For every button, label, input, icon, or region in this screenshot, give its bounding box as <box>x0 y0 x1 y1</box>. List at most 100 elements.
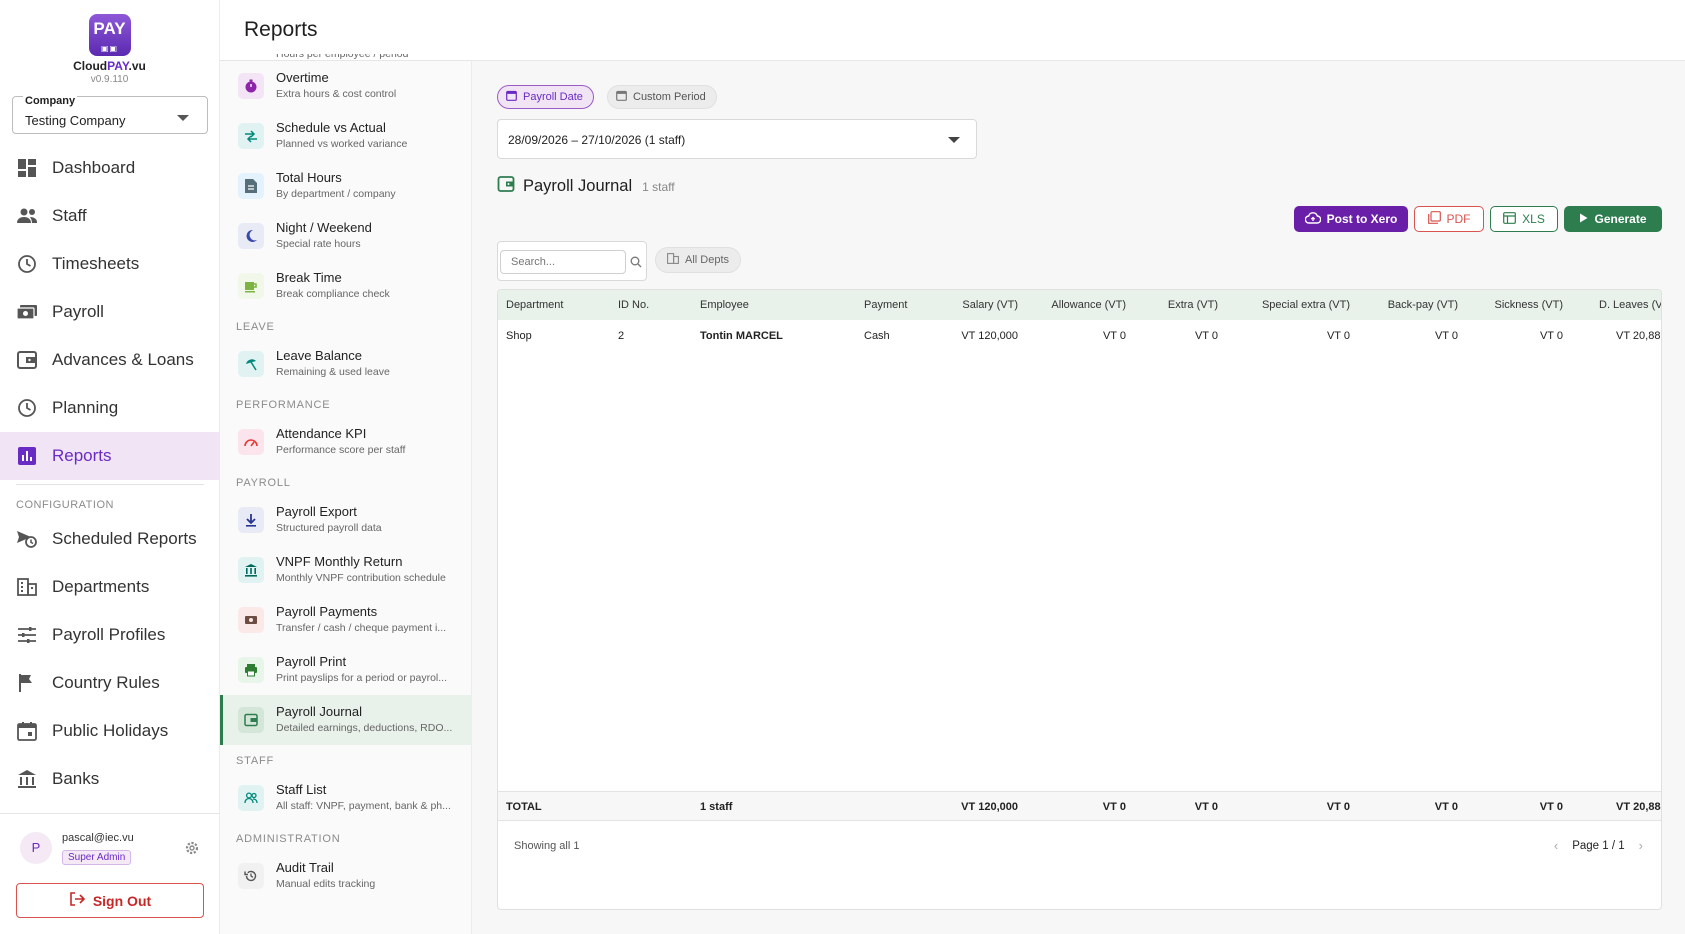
column-header[interactable]: Special extra (VT) <box>1226 290 1358 320</box>
nav-item-staff[interactable]: Staff <box>0 192 220 240</box>
main-nav: Dashboard Staff Timesheets Payroll Advan… <box>0 144 220 803</box>
column-header[interactable]: Back-pay (VT) <box>1358 290 1466 320</box>
logo-text: PAY <box>93 19 126 38</box>
sign-out-button[interactable]: Sign Out <box>16 883 204 918</box>
bank-icon <box>16 768 38 790</box>
column-header[interactable]: Salary (VT) <box>952 290 1026 320</box>
building-icon <box>16 576 38 598</box>
nav-item-advances-loans[interactable]: Advances & Loans <box>0 336 220 384</box>
report-item-payroll-export[interactable]: Payroll Export Structured payroll data <box>220 495 472 545</box>
column-header[interactable]: Allowance (VT) <box>1026 290 1134 320</box>
xls-button[interactable]: XLS <box>1490 206 1558 232</box>
nav-label-country-rules: Country Rules <box>52 673 160 692</box>
pdf-icon <box>1427 211 1441 227</box>
report-group-payroll: PAYROLL <box>236 477 291 489</box>
custom-period-toggle[interactable]: Custom Period <box>607 85 717 109</box>
nav-item-country-rules[interactable]: Country Rules <box>0 659 220 707</box>
nav-item-departments[interactable]: Departments <box>0 563 220 611</box>
report-item-leave-balance[interactable]: Leave Balance Remaining & used leave <box>220 339 472 389</box>
period-select[interactable]: 28/09/2026 – 27/10/2026 (1 staff) <box>497 119 977 159</box>
nav-item-payroll[interactable]: Payroll <box>0 288 220 336</box>
nav-item-public-holidays[interactable]: Public Holidays <box>0 707 220 755</box>
people-icon <box>238 785 264 811</box>
avatar[interactable]: P <box>20 832 52 864</box>
user-email: pascal@iec.vu <box>62 832 134 844</box>
search-icon[interactable] <box>630 255 642 273</box>
column-header[interactable]: Sickness (VT) <box>1466 290 1571 320</box>
generate-button[interactable]: Generate <box>1564 206 1662 232</box>
section-title: Payroll Journal <box>523 177 633 195</box>
post-to-xero-button[interactable]: Post to Xero <box>1294 206 1408 232</box>
logout-icon <box>69 892 85 909</box>
report-subtitle: Special rate hours <box>276 238 361 250</box>
report-subtitle: Performance score per staff <box>276 444 406 456</box>
cloudpay-logo[interactable]: PAY ▣▣ <box>88 14 131 56</box>
custom-period-label: Custom Period <box>633 91 706 103</box>
gear-icon[interactable] <box>184 840 200 861</box>
report-subtitle: Detailed earnings, deductions, RDO... <box>276 722 453 734</box>
report-item-schedule-vs-actual[interactable]: Schedule vs Actual Planned vs worked vari… <box>220 111 472 161</box>
sidebar: PAY ▣▣ CloudPAY.vu v0.9.110 Company Test… <box>0 0 220 934</box>
report-item-attendance-kpi[interactable]: Attendance KPI Performance score per staf… <box>220 417 472 467</box>
report-item-payroll-print[interactable]: Payroll Print Print payslips for a period… <box>220 645 472 695</box>
nav-label-planning: Planning <box>52 398 119 417</box>
report-title: Night / Weekend <box>276 220 372 235</box>
report-item-night-weekend[interactable]: Night / Weekend Special rate hours <box>220 211 472 261</box>
total-salary: VT 120,000 <box>961 801 1018 813</box>
nav-label-staff: Staff <box>52 206 87 225</box>
report-item-total-hours[interactable]: Total Hours By department / company <box>220 161 472 211</box>
search-input[interactable] <box>500 250 626 274</box>
nav-label-scheduled-reports: Scheduled Reports <box>52 529 197 548</box>
table-row[interactable]: Shop 2 Tontin MARCEL Cash VT 120,000 VT … <box>498 320 1661 352</box>
nav-item-banks[interactable]: Banks <box>0 755 220 803</box>
report-item-audit-trail[interactable]: Audit Trail Manual edits tracking <box>220 851 472 901</box>
report-title: VNPF Monthly Return <box>276 554 403 569</box>
column-header[interactable]: Department <box>498 290 610 320</box>
pdf-button[interactable]: PDF <box>1414 206 1484 232</box>
report-title: Total Hours <box>276 170 342 185</box>
top-bar <box>220 0 1685 61</box>
report-item-payroll-payments[interactable]: Payroll Payments Transfer / cash / cheque… <box>220 595 472 645</box>
report-subtitle: Planned vs worked variance <box>276 138 408 150</box>
chevron-right-icon[interactable]: › <box>1639 838 1643 853</box>
nav-item-scheduled-reports[interactable]: Scheduled Reports <box>0 515 220 563</box>
partial-report-subtitle: Hours per employee / period <box>276 54 409 60</box>
sign-out-label: Sign Out <box>92 892 152 909</box>
document-icon <box>238 173 264 199</box>
company-value: Testing Company <box>25 113 126 128</box>
column-header[interactable]: ID No. <box>610 290 692 320</box>
column-header[interactable]: Extra (VT) <box>1134 290 1226 320</box>
payroll-date-toggle[interactable]: Payroll Date <box>497 85 594 109</box>
report-group-leave: LEAVE <box>236 321 275 333</box>
report-item-payroll-journal[interactable]: Payroll Journal Detailed earnings, deduct… <box>220 695 472 745</box>
pagination: ‹ Page 1 / 1 › <box>1554 838 1643 853</box>
schedule-send-icon <box>16 528 38 550</box>
company-select[interactable]: Company Testing Company <box>12 95 208 134</box>
column-header[interactable]: Employee <box>692 290 856 320</box>
nav-item-payroll-profiles[interactable]: Payroll Profiles <box>0 611 220 659</box>
department-filter[interactable]: All Depts <box>655 247 742 273</box>
cell-allowance: VT 0 <box>1102 330 1126 342</box>
nav-item-dashboard[interactable]: Dashboard <box>0 144 220 192</box>
sliders-icon <box>16 624 38 646</box>
report-list-scroll: Hours per employee / period Overtime Extr… <box>220 54 472 928</box>
column-header[interactable]: D. Leaves (VT) <box>1571 290 1661 320</box>
people-icon <box>16 205 38 227</box>
report-title: Break Time <box>276 270 342 285</box>
report-subtitle: Transfer / cash / cheque payment i... <box>276 622 447 634</box>
nav-item-planning[interactable]: Planning <box>0 384 220 432</box>
nav-item-timesheets[interactable]: Timesheets <box>0 240 220 288</box>
table-icon <box>1503 211 1517 227</box>
column-header[interactable]: Payment <box>856 290 952 320</box>
report-item-break-time[interactable]: Break Time Break compliance check <box>220 261 472 311</box>
chevron-left-icon[interactable]: ‹ <box>1554 838 1558 853</box>
beach-umbrella-icon <box>238 351 264 377</box>
report-item-staff-list[interactable]: Staff List All staff: VNPF, payment, bank… <box>220 773 472 823</box>
nav-item-reports[interactable]: Reports <box>0 432 220 480</box>
bar-chart-icon <box>16 445 38 467</box>
report-item-overtime[interactable]: Overtime Extra hours & cost control <box>220 61 472 111</box>
logo-mini-icon: ▣▣ <box>100 44 119 53</box>
report-group-performance: PERFORMANCE <box>236 399 331 411</box>
caret-down-icon <box>948 137 960 143</box>
report-item-vnpf-monthly-return[interactable]: VNPF Monthly Return Monthly VNPF contribu… <box>220 545 472 595</box>
